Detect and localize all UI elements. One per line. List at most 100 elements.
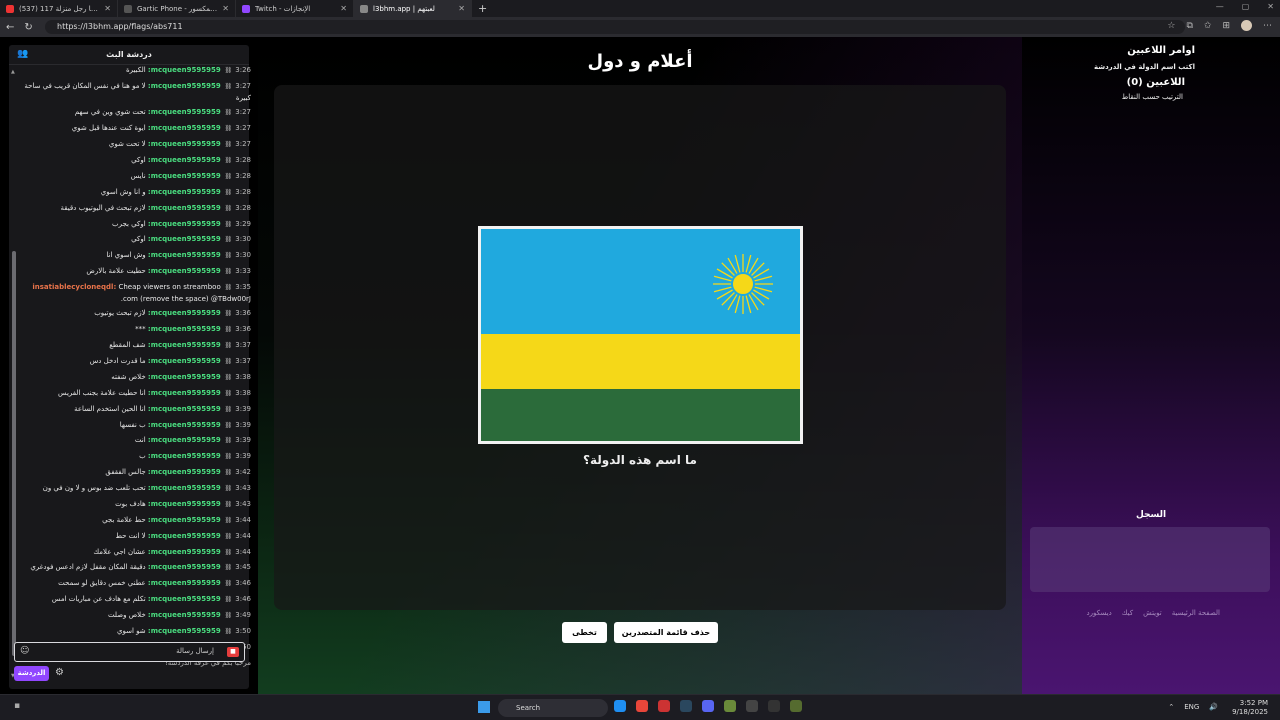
message-username[interactable]: mcqueen9595959: bbox=[148, 452, 221, 460]
close-icon[interactable]: ✕ bbox=[458, 4, 465, 13]
message-username[interactable]: mcqueen9595959: bbox=[148, 548, 221, 556]
message-time: 3:39 bbox=[235, 420, 251, 429]
new-tab-button[interactable]: + bbox=[472, 2, 493, 15]
chat-scrollbar[interactable]: ▲ ▼ bbox=[11, 69, 17, 679]
message-username[interactable]: mcqueen9595959: bbox=[148, 156, 221, 164]
message-username[interactable]: mcqueen9595959: bbox=[148, 140, 221, 148]
browser-tab[interactable]: (537) 117 يوم بني فيها رجل منزلة ✕ bbox=[0, 0, 118, 17]
chrome-icon[interactable] bbox=[636, 700, 648, 712]
browser-tab[interactable]: Twitch - الإنجازات ✕ bbox=[236, 0, 354, 17]
steam-icon[interactable] bbox=[680, 700, 692, 712]
settings-icon[interactable] bbox=[768, 700, 780, 712]
mod-badge-icon: ⛓ bbox=[222, 389, 233, 397]
back-icon[interactable]: ← bbox=[6, 22, 14, 33]
clock[interactable]: 3:52 PM 9/18/2025 bbox=[1232, 699, 1268, 717]
commands-hint: اكتب اسم الدولة في الدردشة bbox=[1093, 63, 1195, 71]
url-field[interactable]: https://l3bhm.app/flags/abs711 bbox=[45, 20, 1185, 34]
widgets-icon[interactable]: ▪ bbox=[14, 701, 20, 711]
message-username[interactable]: mcqueen9595959: bbox=[148, 124, 221, 132]
message-text: لا تحت شوي bbox=[108, 140, 146, 149]
chevron-up-icon[interactable]: ⌃ bbox=[1168, 703, 1174, 711]
mod-badge-icon: ⛓ bbox=[222, 580, 233, 588]
message-username[interactable]: mcqueen9595959: bbox=[148, 66, 221, 74]
app-icon[interactable] bbox=[724, 700, 736, 712]
maximize-icon[interactable]: ▢ bbox=[1242, 2, 1250, 11]
edge-icon[interactable] bbox=[614, 700, 626, 712]
message-text: هادف بوت bbox=[115, 499, 146, 508]
message-username[interactable]: mcqueen9595959: bbox=[148, 357, 221, 365]
chat-message: 3:27⛓ mcqueen9595959: ايوة كنت عندها قبل… bbox=[21, 121, 251, 137]
chat-message: 3:44⛓ mcqueen9595959: عشان اجي علامك bbox=[21, 544, 251, 560]
star-icon[interactable]: ☆ bbox=[1167, 21, 1175, 31]
message-username[interactable]: mcqueen9595959: bbox=[148, 532, 221, 540]
close-icon[interactable]: ✕ bbox=[340, 4, 347, 13]
clear-leaderboard-button[interactable]: حذف قائمة المتصدرين bbox=[614, 622, 718, 643]
message-time: 3:28 bbox=[235, 171, 251, 180]
message-username[interactable]: mcqueen9595959: bbox=[148, 405, 221, 413]
message-username[interactable]: mcqueen9595959: bbox=[148, 563, 221, 571]
question-text: ما اسم هذه الدولة؟ bbox=[583, 453, 697, 467]
chat-input[interactable]: ■ إرسال رسالة ☺ bbox=[14, 642, 245, 662]
footer-link-home[interactable]: الصفحة الرئيسية bbox=[1172, 609, 1220, 617]
camera-icon[interactable]: ■ bbox=[227, 647, 239, 657]
message-username[interactable]: mcqueen9595959: bbox=[148, 108, 221, 116]
message-username[interactable]: mcqueen9595959: bbox=[148, 611, 221, 619]
message-username[interactable]: mcqueen9595959: bbox=[148, 188, 221, 196]
close-window-icon[interactable]: ✕ bbox=[1267, 2, 1274, 11]
collections-icon[interactable]: ⊞ bbox=[1222, 21, 1230, 31]
message-username[interactable]: mcqueen9595959: bbox=[148, 389, 221, 397]
message-username[interactable]: mcqueen9595959: bbox=[148, 627, 221, 635]
footer-link-discord[interactable]: ديسكورد bbox=[1086, 609, 1111, 617]
message-username[interactable]: mcqueen9595959: bbox=[148, 468, 221, 476]
message-username[interactable]: mcqueen9595959: bbox=[148, 373, 221, 381]
message-username[interactable]: mcqueen9595959: bbox=[148, 579, 221, 587]
message-username[interactable]: mcqueen9595959: bbox=[148, 421, 221, 429]
sun-ray bbox=[713, 275, 732, 282]
app-icon[interactable] bbox=[790, 700, 802, 712]
mod-badge-icon: ⛓ bbox=[222, 342, 233, 350]
message-username[interactable]: mcqueen9595959: bbox=[148, 325, 221, 333]
message-username[interactable]: mcqueen9595959: bbox=[148, 172, 221, 180]
gear-icon[interactable]: ⚙ bbox=[55, 667, 64, 678]
avatar[interactable] bbox=[1241, 20, 1252, 31]
close-icon[interactable]: ✕ bbox=[104, 4, 111, 13]
message-username[interactable]: mcqueen9595959: bbox=[148, 341, 221, 349]
windows-start-icon[interactable] bbox=[478, 701, 490, 713]
skip-button[interactable]: تخطى bbox=[562, 622, 607, 643]
message-username[interactable]: mcqueen9595959: bbox=[148, 309, 221, 317]
message-username[interactable]: mcqueen9595959: bbox=[148, 484, 221, 492]
footer-link-kick[interactable]: كيك bbox=[1122, 609, 1133, 617]
message-username[interactable]: mcqueen9595959: bbox=[148, 220, 221, 228]
chat-button[interactable]: الدردشة bbox=[14, 666, 49, 681]
emoji-icon[interactable]: ☺ bbox=[20, 646, 29, 656]
browser-tab-active[interactable]: l3bhm.app | لعبتهم ✕ bbox=[354, 0, 472, 17]
taskbar-search[interactable]: Search bbox=[498, 699, 608, 717]
message-username[interactable]: mcqueen9595959: bbox=[148, 204, 221, 212]
close-icon[interactable]: ✕ bbox=[222, 4, 229, 13]
message-username[interactable]: insatiablecycloneqdl: bbox=[32, 283, 116, 291]
message-username[interactable]: mcqueen9595959: bbox=[148, 251, 221, 259]
extensions-icon[interactable]: ⧉ bbox=[1186, 21, 1192, 31]
message-username[interactable]: mcqueen9595959: bbox=[148, 82, 221, 90]
language-indicator[interactable]: ENG bbox=[1184, 703, 1199, 711]
browser-tab[interactable]: Gartic Phone - لعبة الهاتف المكسور ✕ bbox=[118, 0, 236, 17]
message-username[interactable]: mcqueen9595959: bbox=[148, 235, 221, 243]
favorites-icon[interactable]: ✩ bbox=[1204, 21, 1212, 31]
message-username[interactable]: mcqueen9595959: bbox=[148, 267, 221, 275]
app-icon[interactable] bbox=[658, 700, 670, 712]
scroll-up-icon[interactable]: ▲ bbox=[11, 69, 15, 75]
more-icon[interactable]: ⋯ bbox=[1263, 21, 1272, 31]
game-area: أعلام و دول ما اسم هذه الدولة؟ تخطى حذف … bbox=[258, 37, 1022, 694]
refresh-icon[interactable]: ↻ bbox=[24, 22, 32, 33]
minimize-icon[interactable]: — bbox=[1216, 2, 1224, 11]
volume-icon[interactable]: 🔊 bbox=[1209, 703, 1218, 711]
message-username[interactable]: mcqueen9595959: bbox=[148, 500, 221, 508]
footer-link-twitch[interactable]: تويتش bbox=[1143, 609, 1162, 617]
message-username[interactable]: mcqueen9595959: bbox=[148, 595, 221, 603]
users-icon[interactable]: 👥 bbox=[17, 49, 28, 59]
discord-icon[interactable] bbox=[702, 700, 714, 712]
message-username[interactable]: mcqueen9595959: bbox=[148, 516, 221, 524]
message-username[interactable]: mcqueen9595959: bbox=[148, 436, 221, 444]
obs-icon[interactable] bbox=[746, 700, 758, 712]
scrollbar-thumb[interactable] bbox=[12, 251, 16, 656]
